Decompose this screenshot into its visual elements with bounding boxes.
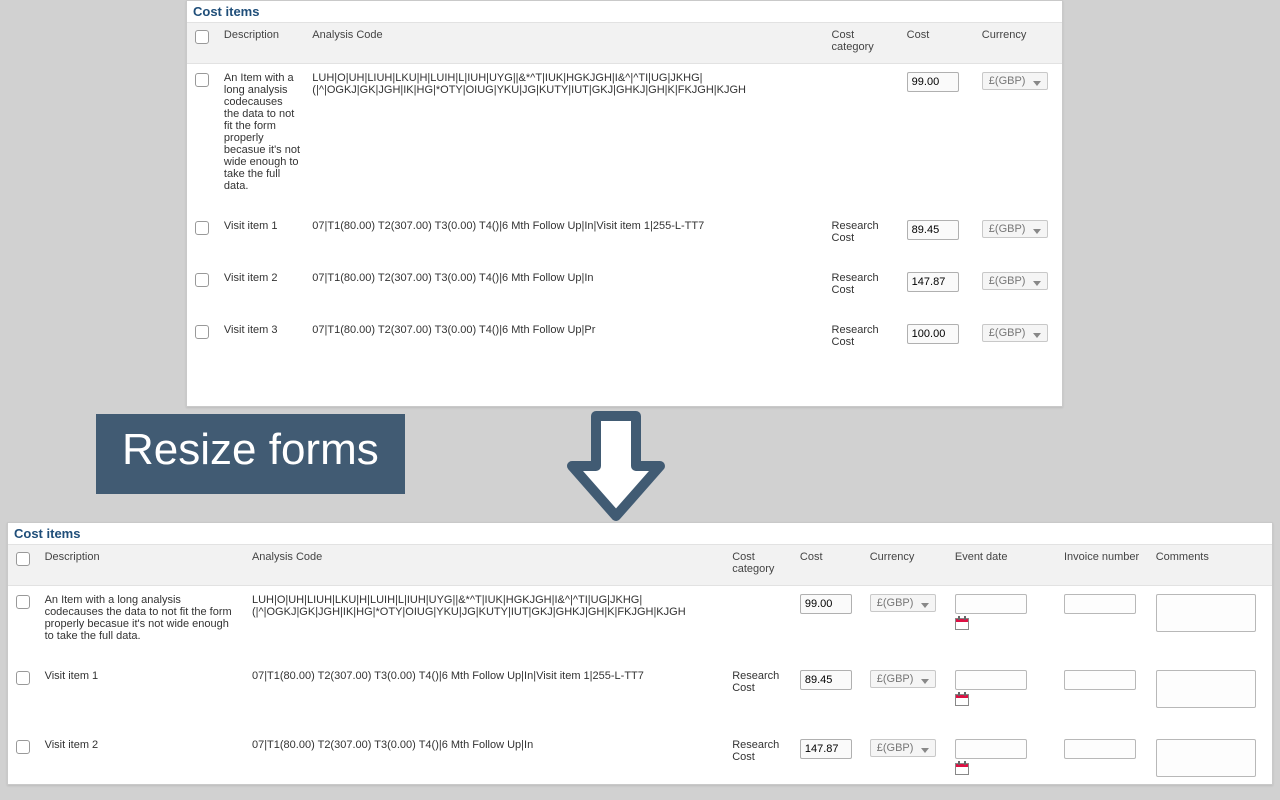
cost-input[interactable] [907,324,959,344]
cell-analysis-code: 07|T1(80.00) T2(307.00) T3(0.00) T4()|6 … [246,662,726,731]
calendar-icon[interactable] [955,694,969,706]
event-date-input[interactable] [955,739,1027,759]
col-invoice-number: Invoice number [1058,545,1150,586]
col-cost-category: Cost category [826,23,901,64]
panel-title: Cost items [187,1,1062,22]
cell-analysis-code: LUH|O|UH|LIUH|LKU|H|LUIH|L|IUH|UYG||&*^T… [306,64,825,213]
row-checkbox[interactable] [195,325,209,339]
col-currency: Currency [864,545,949,586]
cell-analysis-code: LUH|O|UH|LIUH|LKU|H|LUIH|L|IUH|UYG||&*^T… [246,586,726,663]
col-analysis-code: Analysis Code [246,545,726,586]
cost-input[interactable] [800,670,852,690]
table-row: Visit item 107|T1(80.00) T2(307.00) T3(0… [8,662,1272,731]
table-header-row: Description Analysis Code Cost category … [187,23,1062,64]
cell-description: An Item with a long analysis codecauses … [218,64,306,213]
cell-analysis-code: 07|T1(80.00) T2(307.00) T3(0.00) T4()|6 … [306,316,825,368]
currency-select[interactable]: £(GBP) [982,220,1048,238]
cell-analysis-code: 07|T1(80.00) T2(307.00) T3(0.00) T4()|6 … [246,731,726,785]
row-checkbox[interactable] [16,740,30,754]
cost-items-panel-narrow: Cost items Description Analysis Code Cos… [186,0,1063,407]
cell-description: Visit item 3 [218,316,306,368]
col-description: Description [39,545,246,586]
panel-title: Cost items [8,523,1272,544]
currency-select[interactable]: £(GBP) [982,272,1048,290]
row-checkbox[interactable] [16,671,30,685]
event-date-input[interactable] [955,670,1027,690]
col-comments: Comments [1150,545,1272,586]
event-date-input[interactable] [955,594,1027,614]
cell-description: Visit item 1 [218,212,306,264]
currency-select[interactable]: £(GBP) [870,594,936,612]
calendar-icon[interactable] [955,618,969,630]
cell-description: Visit item 2 [218,264,306,316]
cell-cost-category: Research Cost [726,662,794,731]
cost-items-table-narrow: Description Analysis Code Cost category … [187,22,1062,368]
table-header-row: Description Analysis Code Cost category … [8,545,1272,586]
cell-cost-category [726,586,794,663]
row-checkbox[interactable] [195,273,209,287]
col-description: Description [218,23,306,64]
calendar-icon[interactable] [955,763,969,775]
currency-select[interactable]: £(GBP) [870,670,936,688]
cell-analysis-code: 07|T1(80.00) T2(307.00) T3(0.00) T4()|6 … [306,212,825,264]
table-row: Visit item 207|T1(80.00) T2(307.00) T3(0… [187,264,1062,316]
cost-input[interactable] [907,272,959,292]
col-cost: Cost [901,23,976,64]
cost-items-table-wide: Description Analysis Code Cost category … [8,544,1272,785]
cost-input[interactable] [800,594,852,614]
table-row: Visit item 207|T1(80.00) T2(307.00) T3(0… [8,731,1272,785]
table-row: An Item with a long analysis codecauses … [187,64,1062,213]
comments-input[interactable] [1156,739,1256,777]
cell-description: An Item with a long analysis codecauses … [39,586,246,663]
invoice-number-input[interactable] [1064,670,1136,690]
invoice-number-input[interactable] [1064,739,1136,759]
select-all-checkbox[interactable] [16,552,30,566]
cost-input[interactable] [907,72,959,92]
table-row: Visit item 307|T1(80.00) T2(307.00) T3(0… [187,316,1062,368]
cell-analysis-code: 07|T1(80.00) T2(307.00) T3(0.00) T4()|6 … [306,264,825,316]
col-cost: Cost [794,545,864,586]
cost-input[interactable] [907,220,959,240]
currency-select[interactable]: £(GBP) [870,739,936,757]
cell-cost-category: Research Cost [826,212,901,264]
cell-description: Visit item 2 [39,731,246,785]
table-row: Visit item 107|T1(80.00) T2(307.00) T3(0… [187,212,1062,264]
col-analysis-code: Analysis Code [306,23,825,64]
cell-cost-category [826,64,901,213]
cost-items-panel-wide: Cost items Description Analysis Code Cos… [7,522,1273,785]
invoice-number-input[interactable] [1064,594,1136,614]
cell-cost-category: Research Cost [826,316,901,368]
arrow-down-icon [566,410,666,522]
comments-input[interactable] [1156,670,1256,708]
col-cost-category: Cost category [726,545,794,586]
row-checkbox[interactable] [195,221,209,235]
currency-select[interactable]: £(GBP) [982,324,1048,342]
cell-cost-category: Research Cost [826,264,901,316]
col-currency: Currency [976,23,1062,64]
cell-cost-category: Research Cost [726,731,794,785]
cell-description: Visit item 1 [39,662,246,731]
table-row: An Item with a long analysis codecauses … [8,586,1272,663]
cost-input[interactable] [800,739,852,759]
row-checkbox[interactable] [195,73,209,87]
select-all-checkbox[interactable] [195,30,209,44]
comments-input[interactable] [1156,594,1256,632]
col-event-date: Event date [949,545,1058,586]
row-checkbox[interactable] [16,595,30,609]
currency-select[interactable]: £(GBP) [982,72,1048,90]
resize-forms-label: Resize forms [96,414,405,494]
